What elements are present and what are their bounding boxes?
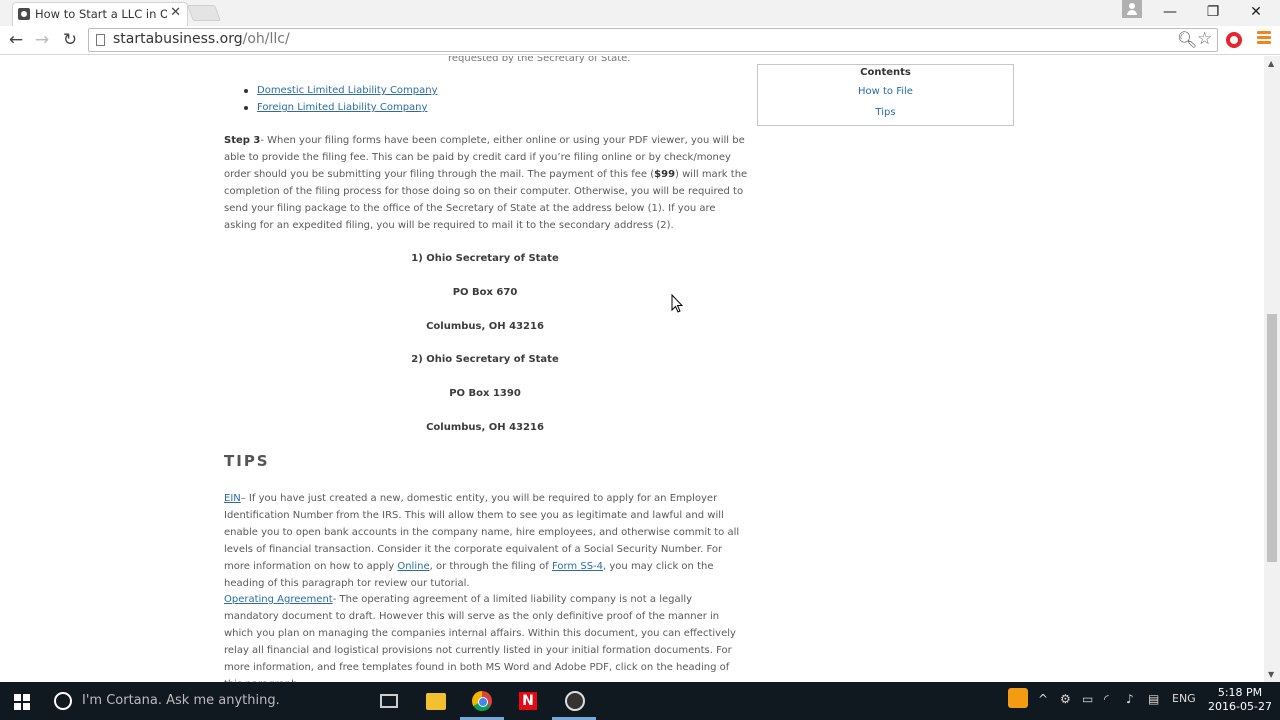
toc-title: Contents <box>860 67 911 78</box>
file-explorer-icon[interactable] <box>426 693 446 710</box>
action-center-icon[interactable]: ▤ <box>1148 692 1159 706</box>
windows-taskbar: I'm Cortana. Ask me anything. N ^ ⚙ ▭ ◜ … <box>0 682 1280 720</box>
address2-line2: PO Box 1390 <box>449 388 521 399</box>
browser-tab[interactable]: How to Start a LLC in Ohio ✕ <box>12 2 188 26</box>
cortana-search-box[interactable]: I'm Cortana. Ask me anything. <box>82 693 280 708</box>
operating-agreement-link[interactable]: Operating Agreement <box>224 594 333 605</box>
scroll-up-arrow-icon[interactable]: ▲ <box>1268 59 1274 68</box>
operating-agreement-paragraph: Operating Agreement- The operating agree… <box>224 594 736 682</box>
site-favicon-icon <box>18 8 30 20</box>
restore-button[interactable]: ❐ <box>1193 2 1233 22</box>
scroll-down-arrow-icon[interactable]: ▼ <box>1268 670 1274 679</box>
vertical-scrollbar[interactable]: ▲ ▼ <box>1264 56 1280 682</box>
forward-arrow-icon[interactable]: → <box>31 29 53 51</box>
task-view-icon[interactable] <box>380 694 398 708</box>
cutoff-text: requested by the Secretary of State. <box>448 56 631 64</box>
system-clock[interactable]: 5:18 PM 2016-05-27 <box>1208 686 1272 714</box>
ein-online-link[interactable]: Online <box>397 561 429 572</box>
entity-type-list: Domestic Limited Liability Company Forei… <box>242 82 438 116</box>
list-item: Foreign Limited Liability Company <box>242 99 438 116</box>
reload-icon[interactable]: ↻ <box>59 29 81 51</box>
zoom-magnifier-icon[interactable]: 🔍︎ <box>1177 30 1197 49</box>
battery-icon[interactable]: ▭ <box>1082 692 1093 706</box>
tab-title: How to Start a LLC in Ohio <box>35 7 167 21</box>
toc-item-tips[interactable]: Tips <box>758 107 1013 118</box>
browser-toolbar: ← → ↻ startabusiness.org/oh/llc/ 🔍︎ ☆ <box>0 26 1280 55</box>
page-viewport: requested by the Secretary of State. Dom… <box>0 56 1264 682</box>
netflix-icon[interactable]: N <box>519 692 537 710</box>
cortana-icon[interactable] <box>54 692 72 710</box>
scroll-thumb[interactable] <box>1267 314 1277 562</box>
obs-icon[interactable] <box>565 691 585 711</box>
language-indicator[interactable]: ENG <box>1172 692 1196 705</box>
tray-notification-icon[interactable] <box>1008 688 1028 708</box>
address2-line1: 2) Ohio Secretary of State <box>411 354 559 365</box>
address1-line2: PO Box 670 <box>452 287 518 298</box>
back-arrow-icon[interactable]: ← <box>5 29 27 51</box>
ein-paragraph: EIN– If you have just created a new, dom… <box>224 493 740 589</box>
opera-extension-icon[interactable] <box>1226 32 1242 48</box>
step3-paragraph: Step 3- When your filing forms have been… <box>224 135 748 231</box>
profile-avatar-icon[interactable] <box>1122 0 1142 18</box>
toc-item-how-to-file[interactable]: How to File <box>758 86 1013 97</box>
volume-icon[interactable]: ♪ <box>1126 692 1134 706</box>
chrome-taskbar-icon[interactable] <box>472 691 492 711</box>
table-of-contents: Contents How to File Tips <box>757 64 1014 126</box>
ein-link[interactable]: EIN <box>224 493 241 504</box>
clock-time: 5:18 PM <box>1217 686 1263 699</box>
wifi-icon[interactable]: ◜ <box>1104 692 1109 706</box>
tips-heading: TIPS <box>224 452 270 470</box>
mouse-cursor-icon <box>671 293 684 318</box>
url-text: startabusiness.org/oh/llc/ <box>113 31 290 47</box>
close-window-button[interactable]: ✕ <box>1236 2 1276 22</box>
foreign-llc-link[interactable]: Foreign Limited Liability Company <box>257 102 427 113</box>
domestic-llc-link[interactable]: Domestic Limited Liability Company <box>257 85 438 96</box>
show-hidden-icons-chevron-icon[interactable]: ^ <box>1038 692 1048 706</box>
chrome-menu-icon[interactable] <box>1257 31 1271 47</box>
address2-line3: Columbus, OH 43216 <box>426 422 544 433</box>
tray-app-icon[interactable]: ⚙ <box>1060 692 1071 706</box>
new-tab-button[interactable] <box>187 5 221 21</box>
bookmark-star-icon[interactable]: ☆ <box>1197 29 1212 49</box>
form-ss4-link[interactable]: Form SS-4 <box>552 561 603 572</box>
minimize-button[interactable]: — <box>1150 2 1190 22</box>
page-icon <box>96 34 105 46</box>
clock-date: 2016-05-27 <box>1208 700 1272 713</box>
address-bar[interactable]: startabusiness.org/oh/llc/ 🔍︎ ☆ <box>88 28 1218 52</box>
windows-start-icon[interactable] <box>14 694 30 710</box>
tab-strip: How to Start a LLC in Ohio ✕ — ❐ ✕ <box>0 0 1280 26</box>
address1-line1: 1) Ohio Secretary of State <box>411 253 559 264</box>
tab-close-icon[interactable]: ✕ <box>170 5 181 20</box>
address1-line3: Columbus, OH 43216 <box>426 321 544 332</box>
list-item: Domestic Limited Liability Company <box>242 82 438 99</box>
